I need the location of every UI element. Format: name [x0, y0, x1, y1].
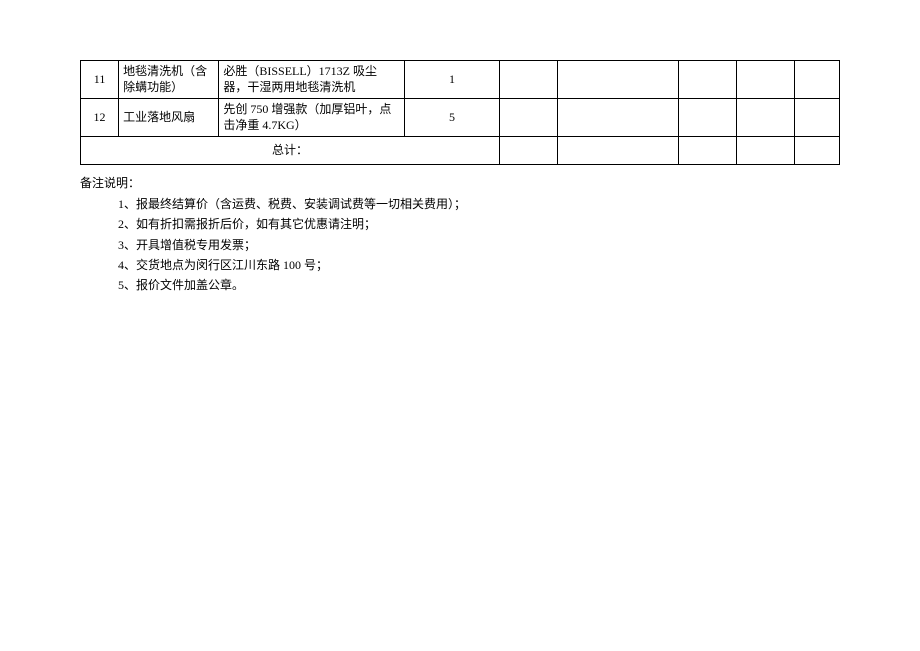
cell-blank: [678, 99, 736, 137]
cell-blank: [678, 61, 736, 99]
cell-blank: [736, 61, 794, 99]
cell-blank: [794, 61, 839, 99]
cell-blank: [794, 99, 839, 137]
total-cell: [794, 137, 839, 165]
cell-blank: [500, 99, 558, 137]
cell-name: 工业落地风扇: [119, 99, 219, 137]
total-cell: [500, 137, 558, 165]
table-row: 12 工业落地风扇 先创 750 增强款（加厚铝叶，点击净重 4.7KG） 5: [81, 99, 840, 137]
cell-spec: 必胜（BISSELL）1713Z 吸尘器，干湿两用地毯清洗机: [219, 61, 404, 99]
pricing-table: 11 地毯清洗机（含除螨功能） 必胜（BISSELL）1713Z 吸尘器，干湿两…: [80, 60, 840, 165]
notes-item: 3、开具增值税专用发票；: [118, 235, 840, 255]
total-row: 总计：: [81, 137, 840, 165]
cell-num: 11: [81, 61, 119, 99]
cell-qty: 1: [404, 61, 499, 99]
notes-section: 备注说明： 1、报最终结算价（含运费、税费、安装调试费等一切相关费用）； 2、如…: [80, 173, 840, 295]
notes-item: 1、报最终结算价（含运费、税费、安装调试费等一切相关费用）；: [118, 194, 840, 214]
notes-item: 5、报价文件加盖公章。: [118, 275, 840, 295]
cell-blank: [558, 61, 678, 99]
notes-title: 备注说明：: [80, 173, 840, 193]
total-label: 总计：: [81, 137, 500, 165]
total-cell: [678, 137, 736, 165]
notes-list: 1、报最终结算价（含运费、税费、安装调试费等一切相关费用）； 2、如有折扣需报折…: [80, 194, 840, 296]
cell-blank: [558, 99, 678, 137]
cell-num: 12: [81, 99, 119, 137]
cell-blank: [500, 61, 558, 99]
cell-qty: 5: [404, 99, 499, 137]
notes-item: 4、交货地点为闵行区江川东路 100 号；: [118, 255, 840, 275]
cell-blank: [736, 99, 794, 137]
total-cell: [736, 137, 794, 165]
table-row: 11 地毯清洗机（含除螨功能） 必胜（BISSELL）1713Z 吸尘器，干湿两…: [81, 61, 840, 99]
cell-spec: 先创 750 增强款（加厚铝叶，点击净重 4.7KG）: [219, 99, 404, 137]
total-cell: [558, 137, 678, 165]
cell-name: 地毯清洗机（含除螨功能）: [119, 61, 219, 99]
notes-item: 2、如有折扣需报折后价，如有其它优惠请注明；: [118, 214, 840, 234]
